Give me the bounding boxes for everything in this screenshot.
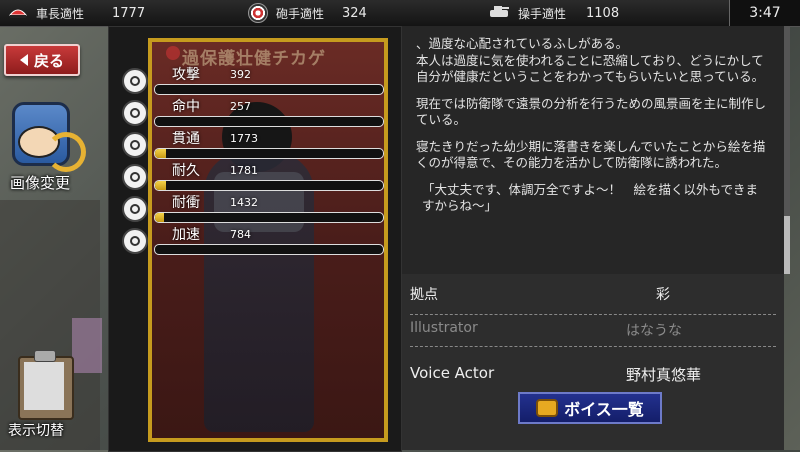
stat-row-penetration: 貫通 1773 xyxy=(118,131,388,164)
background-window xyxy=(72,318,102,373)
gunner-aptitude-value: 324 xyxy=(342,5,367,21)
back-arrow-icon xyxy=(19,54,28,66)
tank-icon xyxy=(488,3,510,23)
base-label: 拠点 xyxy=(410,287,438,303)
driver-aptitude-value: 1108 xyxy=(586,5,620,21)
illustrator-row: Illustrator はなうな xyxy=(410,314,776,344)
stat-label: 攻撃 xyxy=(172,67,200,83)
speedometer-icon xyxy=(122,228,148,254)
toggle-display-button[interactable] xyxy=(18,350,74,420)
voice-list-label: ボイス一覧 xyxy=(564,400,644,419)
accuracy-icon xyxy=(122,100,148,126)
stat-bar xyxy=(154,244,384,255)
driver-aptitude-label: 操手適性 xyxy=(518,6,567,21)
stat-bar-fill xyxy=(155,181,167,190)
stat-label: 加速 xyxy=(172,227,200,243)
rarity-icon xyxy=(166,46,180,60)
voice-actor-value: 野村真悠華 xyxy=(626,366,702,384)
toggle-display-label[interactable]: 表示切替 xyxy=(8,420,64,440)
voice-actor-label: Voice Actor xyxy=(410,364,495,382)
penetration-icon xyxy=(122,132,148,158)
stat-label: 命中 xyxy=(172,99,200,115)
refresh-arrow-icon xyxy=(46,132,86,172)
stat-value: 1773 xyxy=(230,132,258,145)
clipboard-paper xyxy=(24,362,64,410)
stat-bar xyxy=(154,180,384,191)
top-status-bar: 車長適性 1777 砲手適性 324 操手適性 1108 3:47 xyxy=(0,0,800,27)
change-image-button[interactable] xyxy=(8,96,86,172)
profile-paragraph: 、過度な心配されているふしがある。 本人は過度に気を使われることに恐縮しており、… xyxy=(416,36,768,86)
base-row: 拠点 彩 xyxy=(410,278,776,308)
back-button[interactable]: 戻る xyxy=(4,44,80,76)
profile-text-3: 寝たきりだった幼少期に落書きを楽しんでいたことから絵を描くのが得意で、その能力を… xyxy=(416,138,766,171)
voice-actor-row: Voice Actor 野村真悠華 xyxy=(410,358,776,388)
stat-row-acceleration: 加速 784 xyxy=(118,227,388,260)
profile-quote: 「大丈夫です、体調万全ですよ～！ 絵を描く以外もできますからね～」 xyxy=(422,181,759,214)
commander-aptitude-label: 車長適性 xyxy=(36,6,85,21)
stat-label: 耐衝 xyxy=(172,195,200,211)
scrollbar[interactable] xyxy=(784,26,790,274)
stat-bar xyxy=(154,212,384,223)
stat-value: 392 xyxy=(230,68,251,81)
target-icon xyxy=(248,3,268,23)
divider xyxy=(410,346,776,347)
stat-label: 耐久 xyxy=(172,163,200,179)
profile-text-2: 現在では防衛隊で遠景の分析を行うための風景画を主に制作している。 xyxy=(416,95,767,128)
stat-value: 1432 xyxy=(230,196,258,209)
change-image-label[interactable]: 画像変更 xyxy=(10,172,70,193)
profile-line-0: 、過度な心配されているふしがある。 xyxy=(416,36,629,51)
stat-bar xyxy=(154,84,384,95)
impact-icon xyxy=(122,196,148,222)
speaker-icon xyxy=(536,399,559,417)
stat-bar xyxy=(154,148,384,159)
stat-value: 784 xyxy=(230,228,251,241)
base-value: 彩 xyxy=(656,287,670,303)
stat-row-accuracy: 命中 257 xyxy=(118,99,388,132)
stat-label: 貫通 xyxy=(172,131,200,147)
gunner-aptitude-label: 砲手適性 xyxy=(276,6,325,21)
commander-aptitude-value: 1777 xyxy=(112,5,146,21)
illustrator-label: Illustrator xyxy=(410,320,478,336)
stat-bar-fill xyxy=(155,149,167,158)
stat-row-attack: 攻撃 392 xyxy=(118,67,388,100)
commander-cap-icon xyxy=(8,5,28,21)
commander-aptitude: 車長適性 1777 xyxy=(8,3,145,23)
stat-value: 1781 xyxy=(230,164,258,177)
stat-bar xyxy=(154,116,384,127)
attack-icon xyxy=(122,68,148,94)
scrollbar-thumb[interactable] xyxy=(784,216,790,274)
stat-row-impact: 耐衝 1432 xyxy=(118,195,388,228)
back-button-label: 戻る xyxy=(33,51,64,70)
character-name: 過保護壮健チカゲ xyxy=(182,49,326,69)
illustrator-value: はなうな xyxy=(626,323,682,339)
clipboard-clip xyxy=(34,350,56,362)
shield-icon xyxy=(122,164,148,190)
voice-list-button[interactable]: ボイス一覧 xyxy=(518,392,662,424)
profile-text-panel[interactable]: 、過度な心配されているふしがある。 本人は過度に気を使われることに恐縮しており、… xyxy=(402,26,790,274)
profile-text-1: 本人は過度に気を使われることに恐縮しており、どうにかして自分が健康だということを… xyxy=(416,52,765,85)
stat-value: 257 xyxy=(230,100,251,113)
clock: 3:47 xyxy=(729,0,800,26)
stat-row-durability: 耐久 1781 xyxy=(118,163,388,196)
stat-bar-fill xyxy=(155,213,165,222)
gunner-aptitude: 砲手適性 324 xyxy=(248,3,367,23)
driver-aptitude: 操手適性 1108 xyxy=(488,3,619,23)
